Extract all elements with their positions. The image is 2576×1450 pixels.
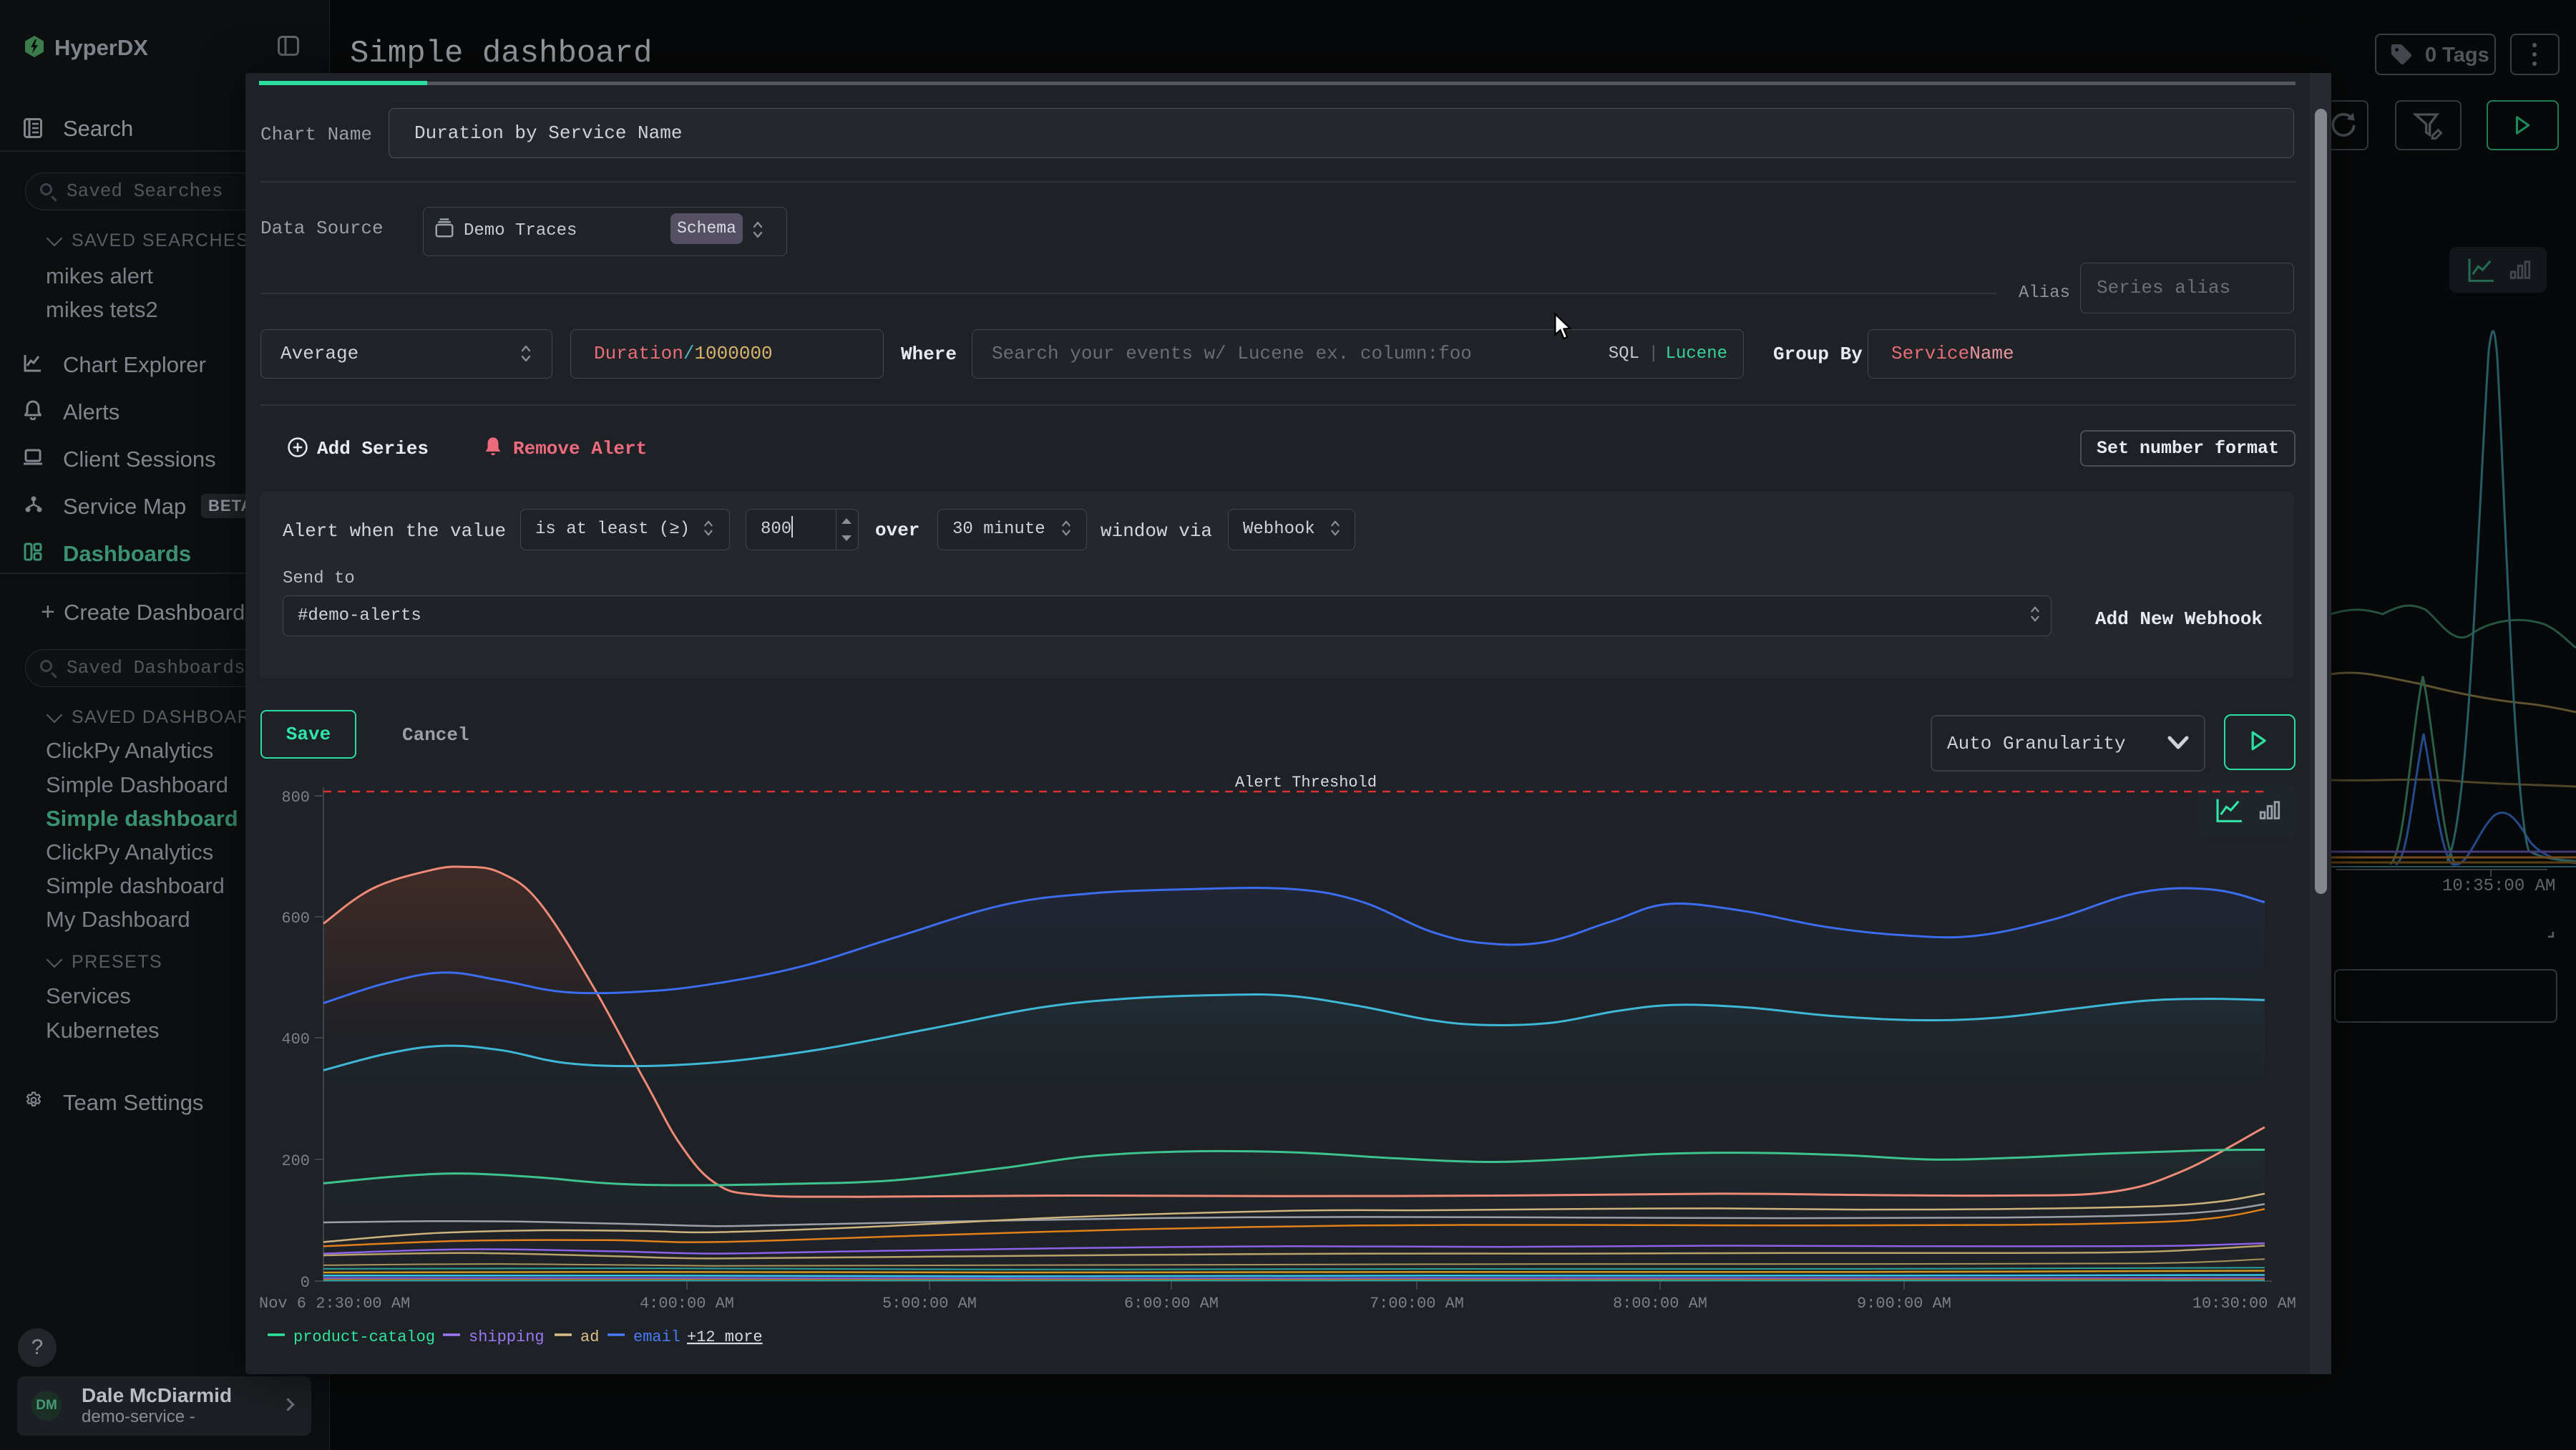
svg-text:+12 more: +12 more [687, 1328, 763, 1346]
svg-text:shipping: shipping [469, 1328, 545, 1346]
svg-text:7:00:00 AM: 7:00:00 AM [1370, 1295, 1464, 1313]
svg-text:0: 0 [301, 1274, 310, 1292]
svg-text:product-catalog: product-catalog [293, 1328, 435, 1346]
svg-text:800: 800 [281, 789, 310, 807]
svg-text:5:00:00 AM: 5:00:00 AM [882, 1295, 977, 1313]
svg-text:4:00:00 AM: 4:00:00 AM [640, 1295, 734, 1313]
svg-text:8:00:00 AM: 8:00:00 AM [1613, 1295, 1707, 1313]
svg-text:email: email [633, 1328, 680, 1346]
svg-text:6:00:00 AM: 6:00:00 AM [1124, 1295, 1219, 1313]
svg-text:200: 200 [281, 1152, 310, 1170]
svg-text:9:00:00 AM: 9:00:00 AM [1857, 1295, 1951, 1313]
svg-text:ad: ad [580, 1328, 599, 1346]
svg-text:Alert Threshold: Alert Threshold [1235, 774, 1377, 792]
svg-text:600: 600 [281, 910, 310, 928]
svg-text:10:30:00 AM: 10:30:00 AM [2192, 1295, 2296, 1313]
svg-text:Nov 6 2:30:00 AM: Nov 6 2:30:00 AM [259, 1295, 410, 1313]
svg-text:400: 400 [281, 1031, 310, 1048]
